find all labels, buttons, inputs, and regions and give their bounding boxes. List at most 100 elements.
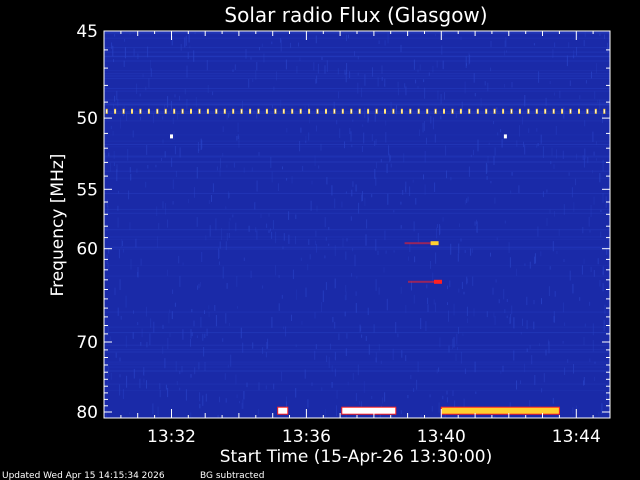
noise-streak: [490, 40, 492, 47]
noise-streak: [425, 321, 427, 331]
noise-streak: [453, 303, 455, 316]
noise-streak: [300, 127, 302, 133]
noise-streak: [116, 90, 118, 100]
noise-streak: [336, 390, 338, 399]
noise-row: [104, 366, 610, 368]
noise-streak: [236, 394, 238, 399]
noise-streak: [441, 45, 443, 55]
noise-streak: [184, 89, 186, 95]
noise-streak: [145, 181, 147, 188]
noise-streak: [325, 282, 327, 290]
noise-streak: [345, 284, 347, 293]
noise-row: [104, 389, 610, 391]
noise-streak: [442, 60, 444, 70]
interference-core: [266, 109, 268, 113]
noise-streak: [576, 47, 577, 56]
noise-streak: [155, 164, 157, 168]
noise-streak: [572, 283, 574, 294]
noise-streak: [225, 398, 227, 403]
noise-streak: [124, 38, 125, 42]
noise-streak: [361, 194, 363, 202]
noise-streak: [583, 158, 585, 168]
noise-streak: [597, 258, 599, 265]
noise-streak: [256, 230, 258, 240]
noise-streak: [219, 168, 221, 177]
noise-streak: [117, 217, 119, 228]
interference-core: [199, 109, 200, 113]
interference-core: [148, 109, 150, 113]
noise-streak: [392, 348, 394, 361]
interference-core: [182, 109, 184, 113]
isolated-point: [503, 134, 507, 139]
noise-row: [104, 265, 610, 267]
noise-streak: [464, 81, 466, 94]
noise-streak: [358, 202, 360, 214]
interference-core: [308, 109, 310, 113]
noise-streak: [415, 198, 417, 205]
noise-streak: [546, 217, 548, 226]
interference-band: [341, 407, 396, 415]
noise-streak: [152, 113, 154, 124]
y-tick-label: 80: [76, 403, 98, 423]
noise-streak: [307, 399, 309, 408]
noise-streak: [225, 313, 227, 324]
noise-streak: [208, 305, 210, 310]
noise-streak: [196, 335, 198, 338]
noise-streak: [200, 317, 202, 328]
noise-streak: [107, 106, 109, 109]
noise-streak: [571, 187, 573, 198]
noise-streak: [119, 357, 121, 362]
noise-streak: [568, 42, 570, 48]
noise-streak: [583, 380, 584, 386]
noise-streak: [350, 131, 352, 142]
noise-streak: [114, 34, 116, 37]
noise-streak: [439, 337, 441, 348]
noise-streak: [575, 178, 576, 186]
noise-row: [104, 246, 610, 248]
noise-streak: [355, 393, 357, 402]
noise-streak: [490, 252, 491, 257]
noise-streak: [410, 374, 412, 379]
noise-streak: [256, 62, 258, 71]
noise-streak: [422, 122, 424, 133]
noise-streak: [569, 270, 571, 281]
noise-row: [104, 192, 610, 194]
noise-streak: [537, 226, 539, 237]
noise-streak: [334, 351, 336, 361]
noise-row: [104, 236, 610, 237]
interference-core: [392, 109, 394, 113]
noise-row: [104, 111, 610, 113]
chart-title: Solar radio Flux (Glasgow): [224, 3, 487, 27]
noise-streak: [485, 162, 487, 175]
noise-row: [104, 73, 610, 75]
noise-streak: [119, 117, 121, 129]
noise-streak: [357, 364, 359, 376]
noise-streak: [260, 213, 262, 218]
noise-streak: [563, 259, 565, 262]
noise-streak: [237, 306, 238, 309]
noise-streak: [363, 132, 365, 144]
interference-core: [477, 109, 479, 113]
noise-streak: [268, 213, 270, 217]
noise-streak: [407, 395, 409, 399]
noise-streak: [282, 166, 283, 170]
noise-row: [104, 248, 610, 250]
noise-streak: [236, 276, 238, 287]
noise-streak: [285, 326, 287, 337]
noise-streak: [455, 353, 457, 361]
x-tick-label: 13:32: [147, 427, 196, 447]
noise-streak: [328, 243, 330, 246]
noise-row: [104, 170, 610, 172]
noise-streak: [411, 281, 412, 291]
noise-streak: [150, 318, 152, 328]
noise-streak: [109, 162, 111, 172]
noise-streak: [534, 375, 536, 386]
noise-streak: [199, 392, 201, 402]
noise-streak: [446, 390, 448, 395]
noise-streak: [139, 93, 141, 97]
noise-streak: [583, 337, 585, 346]
noise-streak: [295, 214, 297, 219]
noise-streak: [129, 412, 131, 415]
noise-streak: [434, 302, 436, 312]
noise-streak: [602, 193, 604, 204]
